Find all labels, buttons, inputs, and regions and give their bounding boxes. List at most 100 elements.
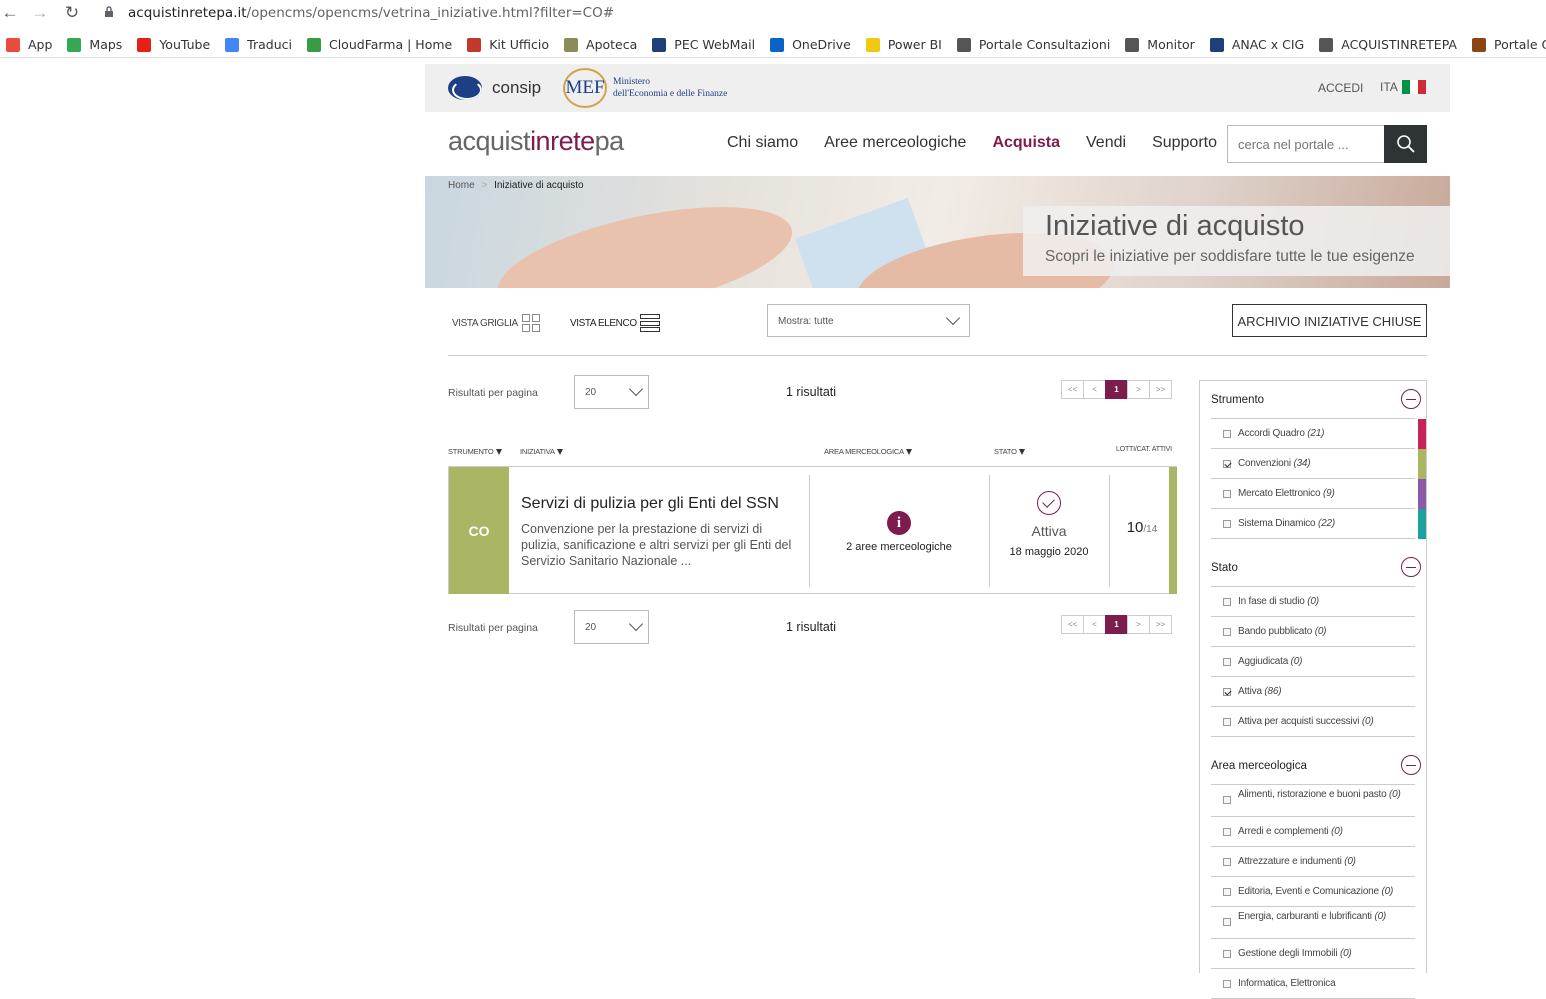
bookmark-item[interactable]: Maps	[61, 37, 131, 52]
info-icon[interactable]: i	[887, 511, 911, 535]
filter-option[interactable]: Aggiudicata (0)	[1211, 647, 1415, 677]
filter-header-strumento[interactable]: Strumento	[1211, 381, 1421, 419]
filter-option[interactable]: Alimenti, ristorazione e buoni pasto (0)	[1211, 785, 1415, 817]
collapse-minus-icon[interactable]	[1401, 755, 1421, 775]
checkbox[interactable]	[1223, 598, 1231, 606]
pager-prev[interactable]: <	[1083, 380, 1106, 399]
bookmark-label: ACQUISTINRETEPA	[1341, 37, 1457, 52]
per-page-select[interactable]: 20	[574, 610, 649, 644]
nav-supporto[interactable]: Supporto	[1152, 134, 1217, 152]
pager-next[interactable]: >	[1127, 615, 1150, 634]
bookmark-icon	[67, 37, 82, 52]
filter-option[interactable]: Energia, carburanti e lubrificanti (0)	[1211, 907, 1415, 939]
filter-section-area: Area merceologica Alimenti, ristorazione …	[1211, 747, 1421, 999]
bookmark-item[interactable]: PEC WebMail	[646, 37, 764, 52]
col-area[interactable]: AREA MERCEOLOGICA	[824, 447, 912, 456]
filter-header-stato[interactable]: Stato	[1211, 549, 1421, 587]
filter-option[interactable]: Attrezzature e indumenti (0)	[1211, 847, 1415, 877]
vista-griglia-button[interactable]: VISTA GRIGLIA	[452, 314, 540, 332]
bookmark-item[interactable]: App	[0, 37, 61, 52]
checkbox[interactable]	[1223, 688, 1231, 696]
acquistinretepa-logo[interactable]: acquistinretepa	[448, 126, 624, 157]
collapse-minus-icon[interactable]	[1401, 389, 1421, 409]
bookmark-item[interactable]: YouTube	[131, 37, 219, 52]
checkbox[interactable]	[1223, 628, 1231, 636]
breadcrumb-home[interactable]: Home	[448, 180, 475, 191]
bookmark-item[interactable]: Power BI	[860, 37, 951, 52]
mef-logo[interactable]: MEF Ministero dell'Economia e delle Fina…	[563, 68, 727, 108]
bookmark-item[interactable]: Portale Consultazioni	[951, 37, 1119, 52]
filter-option[interactable]: Accordi Quadro (21)	[1211, 419, 1426, 449]
checkbox[interactable]	[1223, 490, 1231, 498]
bookmark-item[interactable]: CloudFarma | Home	[301, 37, 461, 52]
collapse-minus-icon[interactable]	[1401, 557, 1421, 577]
filter-option[interactable]: Mercato Elettronico (9)	[1211, 479, 1426, 509]
checkbox[interactable]	[1223, 980, 1231, 988]
mostra-select[interactable]: Mostra: tutte	[767, 304, 970, 337]
checkbox[interactable]	[1223, 950, 1231, 958]
filter-option[interactable]: Attiva (86)	[1211, 677, 1415, 707]
filter-option[interactable]: Arredi e complementi (0)	[1211, 817, 1415, 847]
filter-option[interactable]: Bando pubblicato (0)	[1211, 617, 1415, 647]
nav-chi-siamo[interactable]: Chi siamo	[727, 134, 798, 152]
checkbox[interactable]	[1223, 888, 1231, 896]
checkbox[interactable]	[1223, 658, 1231, 666]
bookmark-item[interactable]: Portale Operatori T...	[1466, 37, 1546, 52]
language-selector[interactable]: ITA	[1380, 80, 1426, 94]
nav-acquista[interactable]: Acquista	[992, 134, 1060, 152]
filter-option[interactable]: In fase di studio (0)	[1211, 587, 1415, 617]
pager-last[interactable]: >>	[1149, 380, 1172, 399]
address-bar[interactable]: acquistinretepa.it/opencms/opencms/vetri…	[128, 5, 614, 21]
filter-option[interactable]: Attiva per acquisti successivi (0)	[1211, 707, 1415, 737]
col-stato[interactable]: STATO	[994, 447, 1025, 456]
bookmark-item[interactable]: Monitor	[1119, 37, 1204, 52]
filter-option[interactable]: Editoria, Eventi e Comunicazione (0)	[1211, 877, 1415, 907]
bookmark-label: Portale Consultazioni	[978, 37, 1111, 52]
archivio-button[interactable]: ARCHIVIO INIZIATIVE CHIUSE	[1232, 304, 1427, 337]
checkbox[interactable]	[1223, 796, 1231, 804]
search-input[interactable]	[1227, 125, 1385, 163]
chevron-down-icon	[628, 381, 644, 397]
col-iniziativa[interactable]: INIZIATIVA	[520, 447, 563, 456]
filter-option[interactable]: Convenzioni (34)	[1211, 449, 1426, 479]
filter-option[interactable]: Informatica, Elettronica	[1211, 969, 1415, 999]
initiative-card[interactable]: CO Servizi di pulizia per gli Enti del S…	[448, 466, 1177, 594]
initiative-title[interactable]: Servizi di pulizia per gli Enti del SSN	[521, 495, 779, 513]
accedi-link[interactable]: ACCEDI	[1318, 81, 1363, 95]
pager-next[interactable]: >	[1127, 380, 1150, 399]
checkbox[interactable]	[1223, 460, 1231, 468]
back-arrow-icon[interactable]: ←	[0, 3, 26, 23]
checkbox[interactable]	[1223, 858, 1231, 866]
nav-vendi[interactable]: Vendi	[1086, 134, 1126, 152]
bookmark-item[interactable]: Apoteca	[558, 37, 646, 52]
checkbox[interactable]	[1223, 718, 1231, 726]
nav-aree-merceologiche[interactable]: Aree merceologiche	[824, 134, 966, 152]
bookmark-item[interactable]: ACQUISTINRETEPA	[1313, 37, 1466, 52]
bookmark-item[interactable]: ANAC x CIG	[1204, 37, 1313, 52]
pager-first[interactable]: <<	[1061, 615, 1084, 634]
col-strumento[interactable]: STRUMENTO	[448, 447, 502, 456]
pager-prev[interactable]: <	[1083, 615, 1106, 634]
filter-option[interactable]: Sistema Dinamico (22)	[1211, 509, 1426, 539]
checkbox[interactable]	[1223, 520, 1231, 528]
pager-page-1[interactable]: 1	[1105, 615, 1128, 634]
forward-arrow-icon[interactable]: →	[24, 3, 56, 23]
pager-last[interactable]: >>	[1149, 615, 1172, 634]
bookmark-item[interactable]: Kit Ufficio	[461, 37, 558, 52]
checkbox[interactable]	[1223, 828, 1231, 836]
vista-elenco-button[interactable]: VISTA ELENCO	[570, 314, 660, 332]
reload-icon[interactable]: ↻	[56, 3, 88, 23]
filter-option[interactable]: Gestione degli Immobili (0)	[1211, 939, 1415, 969]
per-page-select[interactable]: 20	[574, 375, 649, 409]
pager-page-1[interactable]: 1	[1105, 380, 1128, 399]
bookmark-item[interactable]: Traduci	[219, 37, 301, 52]
brand-part-1: acquist	[448, 126, 531, 156]
filter-header-area[interactable]: Area merceologica	[1211, 747, 1421, 785]
checkbox[interactable]	[1223, 918, 1231, 926]
filter-option-label: Mercato Elettronico	[1238, 488, 1321, 499]
checkbox[interactable]	[1223, 430, 1231, 438]
bookmark-item[interactable]: OneDrive	[764, 37, 860, 52]
consip-logo[interactable]: consip	[448, 76, 541, 100]
pager-first[interactable]: <<	[1061, 380, 1084, 399]
search-button[interactable]	[1384, 125, 1427, 163]
